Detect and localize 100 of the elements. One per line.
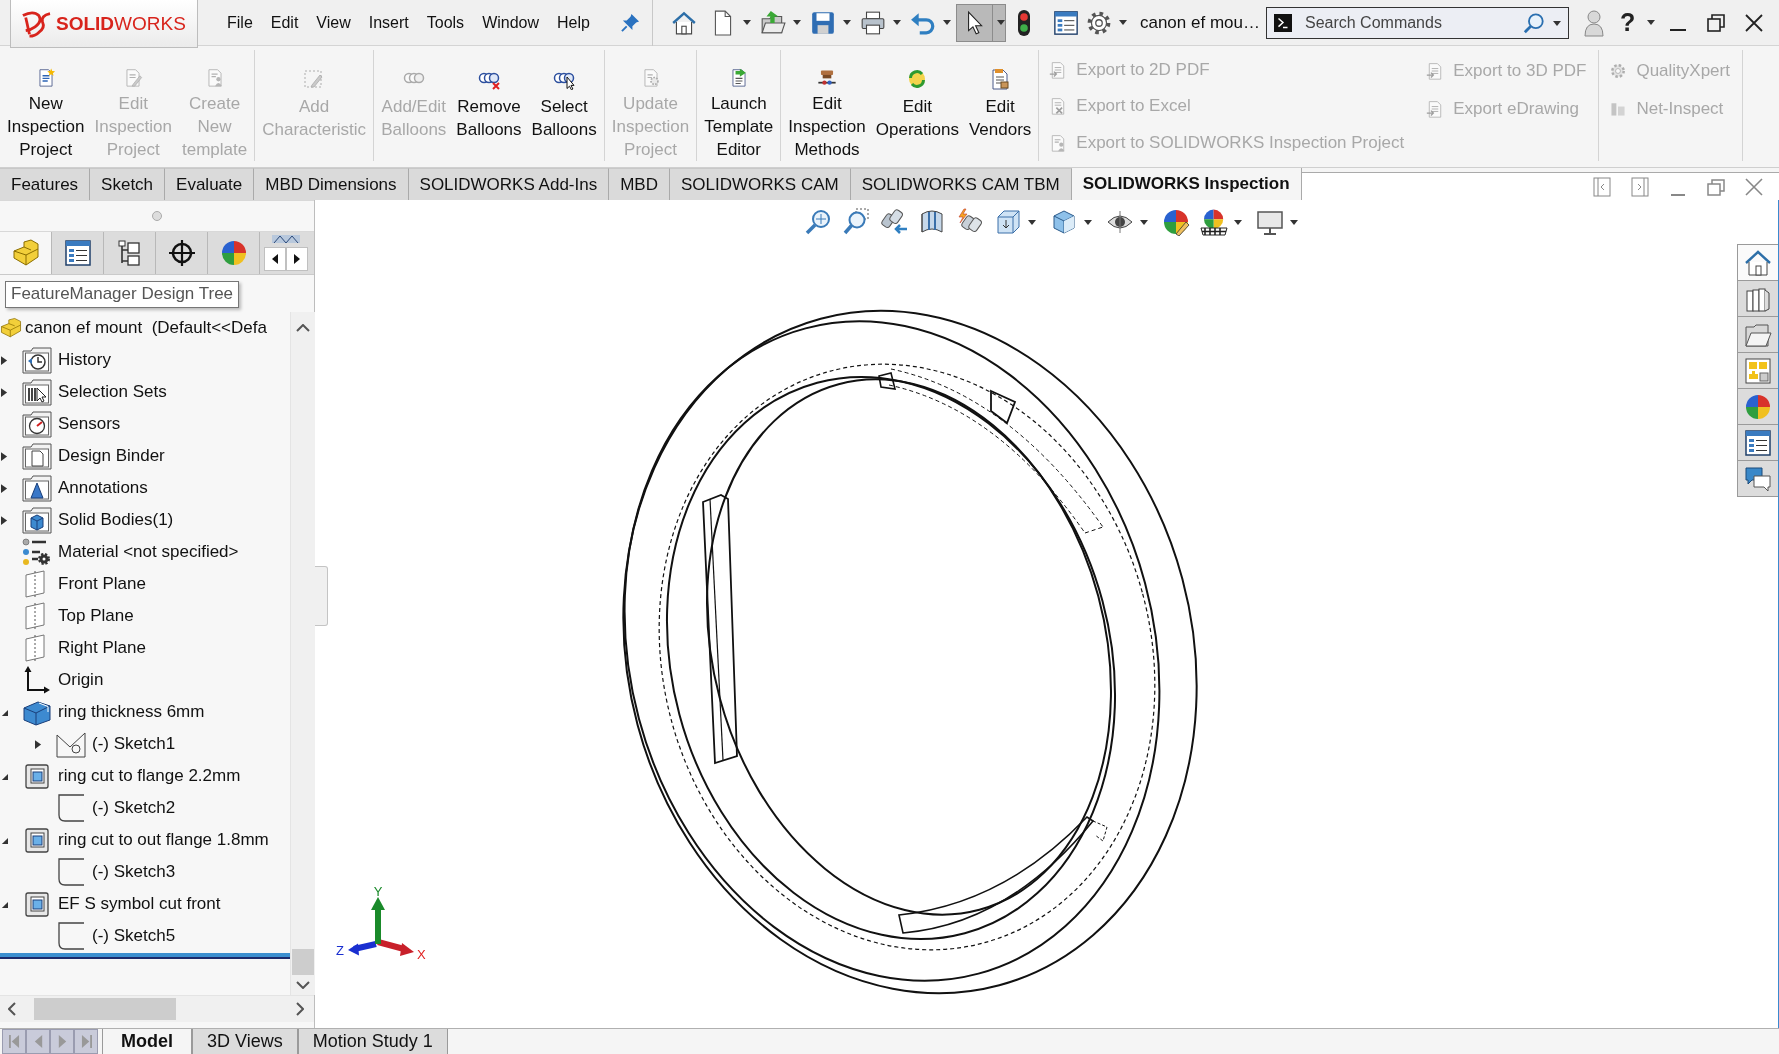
tree-item[interactable]: Design Binder [22,442,165,470]
binoculars-arrow-icon[interactable] [880,208,908,236]
caret-icon[interactable] [842,20,851,25]
caret-icon[interactable] [942,20,951,25]
pin-icon[interactable] [620,13,640,32]
open-folder-icon[interactable] [759,9,786,36]
expanded-arrow-icon[interactable] [1,707,8,717]
rollback-bar[interactable] [0,953,290,959]
caret-icon[interactable] [1140,219,1148,225]
tree-item[interactable]: (-) Sketch1 [56,730,176,758]
command-tab[interactable]: MBD [609,168,670,200]
tree-item[interactable]: (-) Sketch5 [56,922,176,950]
ribbon-button[interactable]: Remove Balloons [451,50,527,161]
logo-button[interactable]: SOLIDWORKS [10,0,198,48]
collapsed-arrow-icon[interactable] [1,355,8,365]
monitor-icon[interactable] [1256,208,1284,236]
tree-item[interactable]: Origin [22,666,104,694]
command-tab[interactable]: MBD Dimensions [254,168,409,200]
menu-item[interactable]: View [307,7,360,38]
menu-item[interactable]: Window [473,7,549,38]
tree-item[interactable]: Sensors [22,410,121,438]
shaded-cube-icon[interactable] [1050,208,1078,236]
collapsed-arrow-icon[interactable] [1,515,8,525]
caret-icon[interactable] [1647,20,1656,25]
tree-item[interactable]: Annotations [22,474,148,502]
splitter-handle[interactable] [315,566,328,626]
chevron-left-icon[interactable] [8,1002,16,1016]
command-tab[interactable]: Evaluate [165,168,255,200]
expanded-arrow-icon[interactable] [1,771,8,781]
collapsed-arrow-icon[interactable] [1,483,8,493]
caret-icon[interactable] [742,20,751,25]
scrollbar-thumb[interactable] [292,949,314,975]
home-icon[interactable] [670,9,697,36]
collapsed-arrow-icon[interactable] [1,451,8,461]
command-tab[interactable]: SOLIDWORKS CAM [669,168,851,200]
close-icon[interactable] [1745,13,1764,32]
tile-left-icon[interactable] [1593,176,1611,197]
caret-icon[interactable] [792,20,801,25]
tree-item[interactable]: Material <not specified> [22,538,239,566]
help-button[interactable]: ? [1617,8,1638,37]
sheet-tab[interactable]: Motion Study 1 [297,1029,448,1054]
tree-item[interactable]: (-) Sketch3 [56,858,176,886]
caret-icon[interactable] [1234,219,1242,225]
striped-panel-icon[interactable] [918,208,946,236]
search-icon[interactable] [1522,11,1545,34]
traffic-light-icon[interactable] [1016,9,1031,36]
scrollbar-thumb[interactable] [34,998,176,1020]
settings-icon[interactable] [1085,9,1112,36]
tile-right-icon[interactable] [1631,176,1649,197]
grip-dot-icon[interactable] [152,211,162,221]
sphere-pencil-icon[interactable] [1162,208,1190,236]
restore-icon[interactable] [1707,13,1726,32]
tree-item[interactable]: ring thickness 6mm [22,698,205,726]
list-icon[interactable] [1052,9,1079,36]
expanded-arrow-icon[interactable] [1,899,8,909]
save-icon[interactable] [809,9,836,36]
menu-item[interactable]: Insert [359,7,418,38]
task-pane-tab[interactable] [1738,461,1778,497]
tree-item[interactable]: Solid Bodies(1) [22,506,174,534]
eye-icon[interactable] [1106,208,1134,236]
tree-item[interactable]: EF S symbol cut front [22,890,221,918]
chevron-right-icon[interactable] [296,1002,304,1016]
sphere-checker-icon[interactable] [1200,208,1228,236]
ribbon-button[interactable]: Edit Operations [870,50,964,161]
caret-icon[interactable] [1028,219,1036,225]
collapsed-arrow-icon[interactable] [35,739,42,749]
caret-icon[interactable] [1118,20,1127,25]
zigzag-icon[interactable] [272,235,300,243]
sheet-tab[interactable]: Model [102,1029,192,1054]
scroll-right-button[interactable] [286,247,308,271]
expanded-arrow-icon[interactable] [1,835,8,845]
tree-item[interactable]: ring cut to out flange 1.8mm [22,826,269,854]
tree-item[interactable]: History [22,346,111,374]
collapsed-arrow-icon[interactable] [1,387,8,397]
tree-item[interactable]: canon ef mount (Default<<Defa [0,315,267,341]
command-tab[interactable]: SOLIDWORKS Add-Ins [408,168,610,200]
sheet-tab[interactable]: 3D Views [192,1029,298,1054]
command-tab[interactable]: Sketch [90,168,166,200]
ribbon-button[interactable]: Select Balloons [526,50,602,161]
tree-item[interactable]: Front Plane [22,570,146,598]
caret-icon[interactable] [1552,20,1561,26]
magnifier-plus-icon[interactable] [804,208,832,236]
caret-icon[interactable] [1084,219,1092,225]
command-tab[interactable]: Features [0,168,91,200]
tree-item[interactable]: Right Plane [22,634,146,662]
tree-item[interactable]: (-) Sketch2 [56,794,176,822]
caret-icon[interactable] [996,20,1005,25]
menu-item[interactable]: Edit [261,7,308,38]
cube-arrow-icon[interactable] [994,208,1022,236]
printer-icon[interactable] [859,9,886,36]
ribbon-button[interactable]: Edit Inspection Methods [783,50,871,161]
caret-icon[interactable] [892,20,901,25]
task-pane-tab[interactable] [1738,425,1778,461]
ribbon-button[interactable]: New Inspection Project [2,50,90,161]
search-field[interactable]: Search Commands [1265,6,1569,39]
chevron-down-icon[interactable] [296,981,310,989]
menu-item[interactable]: Help [548,7,599,38]
tree-item[interactable]: ring cut to flange 2.2mm [22,762,241,790]
scroll-left-button[interactable] [264,247,286,271]
select-tool-button[interactable] [955,3,1006,42]
